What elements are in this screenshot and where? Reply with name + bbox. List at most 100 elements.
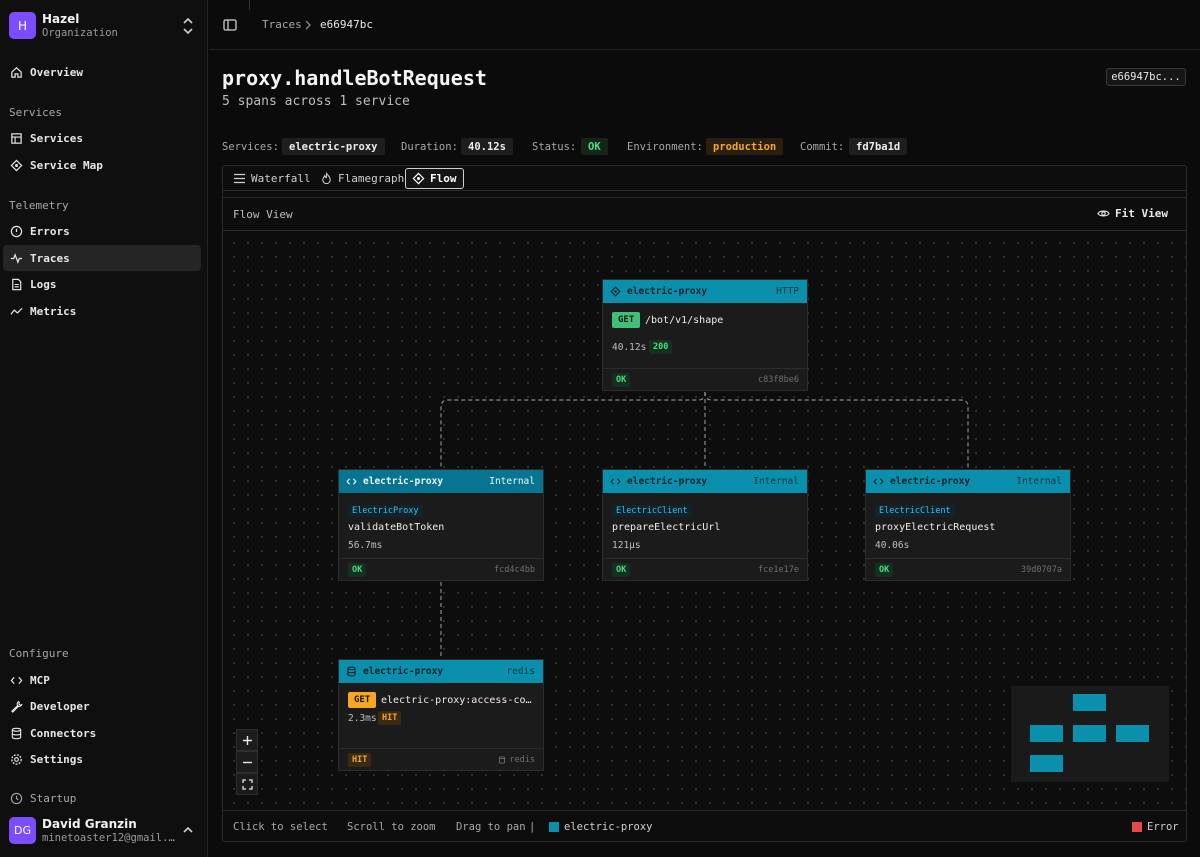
sidebar-item-label: Developer [30,699,90,713]
user-email: minetoaster12@gmail.com [42,832,177,844]
duration-chip: 40.12s [461,138,513,155]
sidebar-item-label: Traces [30,251,70,265]
span-node-validate[interactable]: electric-proxy Internal ElectricProxy va… [338,469,544,581]
sidebar-item-mcp[interactable]: MCP [3,667,201,693]
status-code-badge: 200 [649,340,673,354]
topbar: Traces e66947bc [209,0,1200,50]
zoom-in-button[interactable] [236,729,258,751]
user-name: David Granzin [42,817,137,831]
sidebar-item-logs[interactable]: Logs [3,271,201,297]
flow-canvas[interactable]: electric-proxy HTTP GET /bot/v1/shape 40… [223,232,1186,810]
service-chip[interactable]: electric-proxy [282,138,385,155]
node-scope: ElectricProxy [348,505,423,517]
view-tabs: Waterfall Flamegraph Flow [223,166,1186,191]
node-status-badge: OK [612,563,631,577]
legend-error-swatch [1132,822,1142,832]
node-duration: 56.7ms [348,540,383,551]
tab-label: Waterfall [251,172,311,185]
sidebar-item-services[interactable]: Services [3,125,201,151]
home-icon [9,65,23,79]
section-services: Services [9,106,62,119]
code-icon [873,478,884,485]
database-icon [347,666,356,677]
tab-flamegraph[interactable]: Flamegraph [314,168,410,189]
file-text-icon [9,277,23,291]
sidebar-item-traces[interactable]: Traces [3,245,201,271]
page-title: proxy.handleBotRequest [222,66,487,90]
sidebar-item-label: Startup [30,791,77,805]
legend-service-swatch [549,822,559,832]
sidebar-item-errors[interactable]: Errors [3,218,201,244]
node-header: electric-proxy redis [339,660,543,683]
meta-label: Commit: [800,140,845,153]
environment-badge: production [706,138,784,155]
gear-icon [9,752,23,766]
node-header: electric-proxy Internal [339,470,543,493]
chevron-right-icon [305,20,311,30]
code-icon [610,478,621,485]
tab-waterfall[interactable]: Waterfall [227,168,317,189]
node-footer: OK fce1e17e [603,559,807,581]
span-node-proxy[interactable]: electric-proxy Internal ElectricClient p… [865,469,1071,581]
node-service: electric-proxy [890,476,971,487]
fit-view-label: Fit View [1115,207,1168,220]
node-operation: proxyElectricRequest [875,522,996,533]
zoom-out-button[interactable] [236,751,258,773]
sidebar-item-label: MCP [30,673,50,687]
minimap-node [1030,755,1063,772]
meta-status: Status: OK [532,138,612,155]
span-node-redis[interactable]: electric-proxy redis GET electric-proxy:… [338,659,544,771]
meta-label: Duration: [401,140,458,153]
minus-icon [242,761,252,763]
sidebar-item-metrics[interactable]: Metrics [3,298,201,324]
breadcrumb-traces[interactable]: Traces [262,18,302,31]
sidebar-item-label: Logs [30,277,57,291]
sidebar-item-label: Overview [30,65,83,79]
span-node-root[interactable]: electric-proxy HTTP GET /bot/v1/shape 40… [602,279,808,391]
node-span-id: fcd4c4bb [494,565,535,575]
hint-zoom: Scroll to zoom [347,821,436,833]
tab-flow[interactable]: Flow [405,168,464,189]
sidebar-item-settings[interactable]: Settings [3,746,201,772]
flow-header: Flow View Fit View [223,197,1186,231]
minimap[interactable] [1011,686,1169,782]
meta-commit: Commit: fd7ba1d [800,138,910,155]
sidebar-item-service-map[interactable]: Service Map [3,152,201,178]
minimap-node [1073,694,1106,711]
node-status-badge: OK [348,563,367,577]
node-duration: 40.06s [875,540,910,551]
fullscreen-button[interactable] [236,773,258,795]
menu-lines-icon [234,173,245,184]
trace-id-button[interactable]: e66947bc... [1106,68,1186,86]
node-duration: 2.3ms [348,713,377,724]
commit-chip[interactable]: fd7ba1d [849,138,908,155]
activity-icon [9,251,23,265]
node-body: ElectricClient prepareElectricUrl 121µs [603,493,807,559]
span-node-prepare[interactable]: electric-proxy Internal ElectricClient p… [602,469,808,581]
diamond-flow-icon [412,172,425,185]
sidebar-item-developer[interactable]: Developer [3,693,201,719]
node-kind: Internal [489,476,535,487]
trace-panel: Waterfall Flamegraph Flow Flow View Fit … [222,165,1187,842]
user-menu[interactable]: DG David Granzin minetoaster12@gmail.com [9,816,199,846]
node-footer: OK c83f8be6 [603,369,807,391]
node-kind: Internal [753,476,799,487]
fit-view-button[interactable]: Fit View [1097,207,1168,220]
sidebar-toggle-icon[interactable] [223,18,237,32]
sidebar-item-connectors[interactable]: Connectors [3,720,201,746]
sidebar-item-label: Errors [30,224,70,238]
flow-title: Flow View [233,208,293,221]
sidebar-item-startup[interactable]: Startup [3,785,201,811]
node-body: GET electric-proxy:access-context 2.3ms … [339,683,543,749]
legend-error-label: Error [1147,821,1179,833]
http-method-badge: GET [612,312,641,328]
sidebar: H Hazel Organization Overview Services S… [0,0,208,857]
wrench-icon [9,699,23,713]
node-service: electric-proxy [363,666,444,677]
org-switcher[interactable]: H Hazel Organization [9,11,199,41]
node-scope: ElectricClient [875,505,955,517]
sidebar-item-overview[interactable]: Overview [3,59,201,85]
node-status-badge: OK [875,563,894,577]
node-route: electric-proxy:access-context [381,695,537,706]
node-service: electric-proxy [627,476,708,487]
